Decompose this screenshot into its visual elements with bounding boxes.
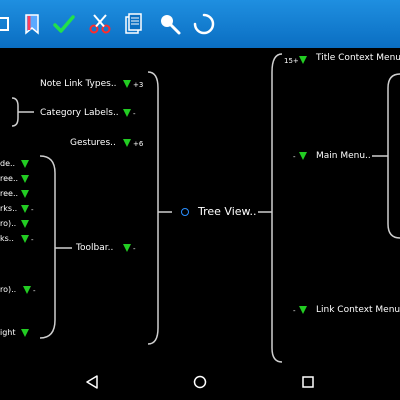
collapse-circle-icon[interactable] [181,208,189,216]
node-count: - [31,236,34,244]
search-icon[interactable] [158,12,182,36]
node-count: - [133,110,136,118]
expand-arrow-icon[interactable] [299,152,307,160]
node-count: - [133,245,136,253]
expand-arrow-icon[interactable] [123,244,131,252]
expand-arrow-icon[interactable] [21,175,29,183]
node-main-menu[interactable]: Main Menu.. [316,150,371,162]
subitem-label[interactable]: ight [0,327,16,339]
subitem-label[interactable]: ro).. [0,284,16,296]
node-prefix: - [293,307,296,315]
node-note-link-types[interactable]: Note Link Types.. [40,78,117,90]
expand-arrow-icon[interactable] [123,80,131,88]
node-tree-view[interactable]: Tree View.. [198,205,257,219]
subitem-label[interactable]: ro).. [0,218,16,230]
expand-arrow-icon[interactable] [299,56,307,64]
loading-icon[interactable] [192,12,216,36]
expand-arrow-icon[interactable] [123,109,131,117]
home-icon[interactable] [188,370,212,394]
partial-icon[interactable] [0,12,16,36]
node-count: - [31,206,34,214]
expand-arrow-icon[interactable] [21,220,29,228]
node-title-context-menu[interactable]: Title Context Menu.. [316,52,400,64]
subitem-label[interactable]: ks.. [0,233,14,245]
node-link-context-menu[interactable]: Link Context Menu.. [316,304,400,316]
recents-icon[interactable] [296,370,320,394]
node-prefix: - [293,153,296,161]
back-icon[interactable] [80,370,104,394]
node-toolbar[interactable]: Toolbar.. [76,242,113,254]
node-count: - [33,287,36,295]
bookmark-icon[interactable] [20,12,44,36]
checkmark-icon[interactable] [52,12,76,36]
expand-arrow-icon[interactable] [299,306,307,314]
expand-arrow-icon[interactable] [23,286,31,294]
subitem-label[interactable]: rks.. [0,203,17,215]
scissors-icon[interactable] [88,12,112,36]
expand-arrow-icon[interactable] [21,205,29,213]
node-gestures[interactable]: Gestures.. [70,137,116,149]
navigation-bar [0,364,400,400]
node-count: +6 [133,140,144,148]
node-prefix: 15+ [284,57,299,65]
subitem-label[interactable]: ree.. [0,188,18,200]
expand-arrow-icon[interactable] [21,190,29,198]
top-toolbar [0,0,400,48]
expand-arrow-icon[interactable] [21,329,29,337]
subitem-label[interactable]: de.. [0,158,15,170]
node-category-labels[interactable]: Category Labels.. [40,107,119,119]
subitem-label[interactable]: ree.. [0,173,18,185]
expand-arrow-icon[interactable] [21,235,29,243]
node-count: +3 [133,81,144,89]
tree-canvas[interactable]: Note Link Types.. +3 Category Labels.. -… [0,48,400,364]
expand-arrow-icon[interactable] [21,160,29,168]
expand-arrow-icon[interactable] [123,139,131,147]
document-icon[interactable] [122,12,146,36]
